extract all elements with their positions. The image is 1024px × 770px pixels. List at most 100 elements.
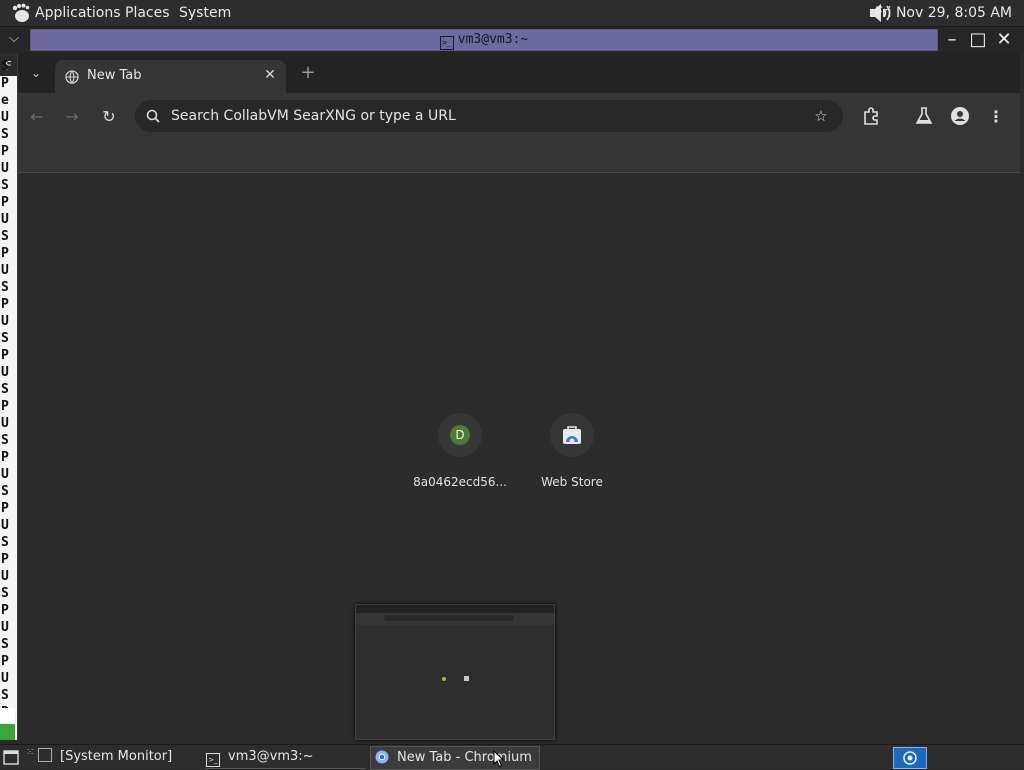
terminal-line: U [1,263,9,278]
globe-icon [65,70,79,84]
terminal-line: U [1,569,9,584]
terminal-line: S [1,127,9,142]
taskbar-item-label: [System Monitor] [60,749,173,764]
terminal-prompt-block [0,724,15,740]
tab-strip: ⌄ New Tab ✕ + [18,53,1020,94]
back-arrow-icon[interactable]: ← [26,106,48,128]
profile-avatar-icon[interactable] [949,105,971,127]
terminal-title-text: vm3@vm3:~ [457,32,529,47]
shortcut-label: Web Store [541,475,603,489]
terminal-cursor [0,708,15,724]
terminal-line: U [1,416,9,431]
show-desktop-icon[interactable] [2,747,22,767]
top-panel: Applications Places System Fri Nov 29, 8… [0,0,1024,27]
extensions-puzzle-icon[interactable] [860,105,882,127]
shortcut-web-store[interactable]: Web Store [527,413,617,503]
terminal-line: e [1,93,9,108]
workspace-switcher[interactable] [893,747,927,769]
terminal-line: S [1,382,9,397]
chromium-tray-icon [903,751,917,765]
close-window-button[interactable]: ✕ [993,29,1015,51]
omnibox-placeholder: Search CollabVM SearXNG or type a URL [171,108,456,124]
tab-title: New Tab [87,68,142,83]
terminal-line: S [1,586,9,601]
maximize-button[interactable]: □ [967,29,989,51]
terminal-line: U [1,365,9,380]
shortcut-icon-bg [550,413,594,457]
omnibox[interactable]: Search CollabVM SearXNG or type a URL ☆ [135,100,843,132]
terminal-line: P [1,450,9,465]
terminal-line: S [1,535,9,550]
places-menu[interactable]: Places [125,0,170,26]
terminal-line: S [1,178,9,193]
reload-icon[interactable]: ↻ [98,106,120,128]
more-menu-icon[interactable]: ⋮ [985,106,1007,128]
terminal-icon: >_ [206,753,220,767]
bottom-panel: ⁙ [System Monitor] >_ vm3@vm3:~ New Tab -… [0,744,1024,770]
terminal-line: U [1,110,9,125]
terminal-line: S [1,484,9,499]
terminal-line: S [1,331,9,346]
shortcut-icon-bg: D [438,413,482,457]
taskbar-item-system-monitor[interactable]: [System Monitor] [38,746,198,768]
terminal-line: P [1,246,9,261]
terminal-line: S [1,229,9,244]
terminal-line: S [1,280,9,295]
tab-new-tab[interactable]: New Tab ✕ [55,60,286,94]
terminal-line: U [1,467,9,482]
preview-shortcut-dot [442,677,446,681]
applications-menu[interactable]: Applications [35,0,121,26]
browser-toolbar: ← → ↻ Search CollabVM SearXNG or type a … [18,93,1020,139]
search-icon [146,109,160,123]
taskbar-item-terminal[interactable]: >_ vm3@vm3:~ [206,746,366,769]
terminal-line: U [1,620,9,635]
shortcut-label: 8a0462ecd56... [413,475,507,489]
terminal-line: P [1,603,9,618]
star-bookmark-icon[interactable]: ☆ [811,106,831,126]
terminal-line: P [1,399,9,414]
terminal-line: P [1,297,9,312]
chevron-down-icon[interactable]: ⌵ [2,27,26,51]
close-tab-icon[interactable]: ✕ [261,66,279,84]
terminal-line: P [1,501,9,516]
terminal-line: P [1,348,9,363]
terminal-line: P [1,76,9,91]
terminal-line: U [1,161,9,176]
new-tab-button[interactable]: + [298,63,318,83]
shortcut-tile[interactable]: D 8a0462ecd56... [413,413,507,503]
terminal-line: S [1,433,9,448]
terminal-line: S [1,688,9,703]
labs-flask-icon[interactable] [913,105,935,127]
taskbar-item-chromium[interactable]: New Tab - Chromium [370,746,540,770]
chromium-icon [375,750,389,764]
terminal-output: SPeUSPUSPUSPUSPUSPUSPUSPUSPUSPUSPUSPUSPU [1,58,9,738]
terminal-title: >_ vm3@vm3:~ [31,30,937,50]
terminal-line: P [1,552,9,567]
minimize-button[interactable]: – [941,29,963,51]
terminal-line: U [1,518,9,533]
clock[interactable]: Fri Nov 29, 8:05 AM [875,0,1012,26]
system-menu[interactable]: System [179,0,231,26]
terminal-line: P [1,654,9,669]
gnome-foot-icon[interactable] [10,3,32,23]
preview-webstore-dot [464,676,469,681]
taskbar-item-label: vm3@vm3:~ [228,749,314,764]
terminal-line: P [1,144,9,159]
taskbar-handle: ⁙ [26,747,35,758]
preview-omnibox [384,615,514,621]
terminal-icon: >_ [439,36,454,50]
terminal-line: P [1,195,9,210]
terminal-line: S [1,637,9,652]
bookmark-bar [18,139,1020,173]
preview-tabstrip [356,605,554,613]
web-store-icon [563,426,581,444]
tab-search-chevron-icon[interactable]: ⌄ [26,63,46,83]
terminal-line: U [1,671,9,686]
mouse-cursor-icon [493,750,505,768]
shortcut-avatar: D [450,425,470,445]
terminal-line: S [1,59,9,74]
system-monitor-icon [38,748,52,762]
terminal-title-bar[interactable]: >_ vm3@vm3:~ [30,29,938,51]
forward-arrow-icon[interactable]: → [61,106,83,128]
terminal-line: U [1,212,9,227]
